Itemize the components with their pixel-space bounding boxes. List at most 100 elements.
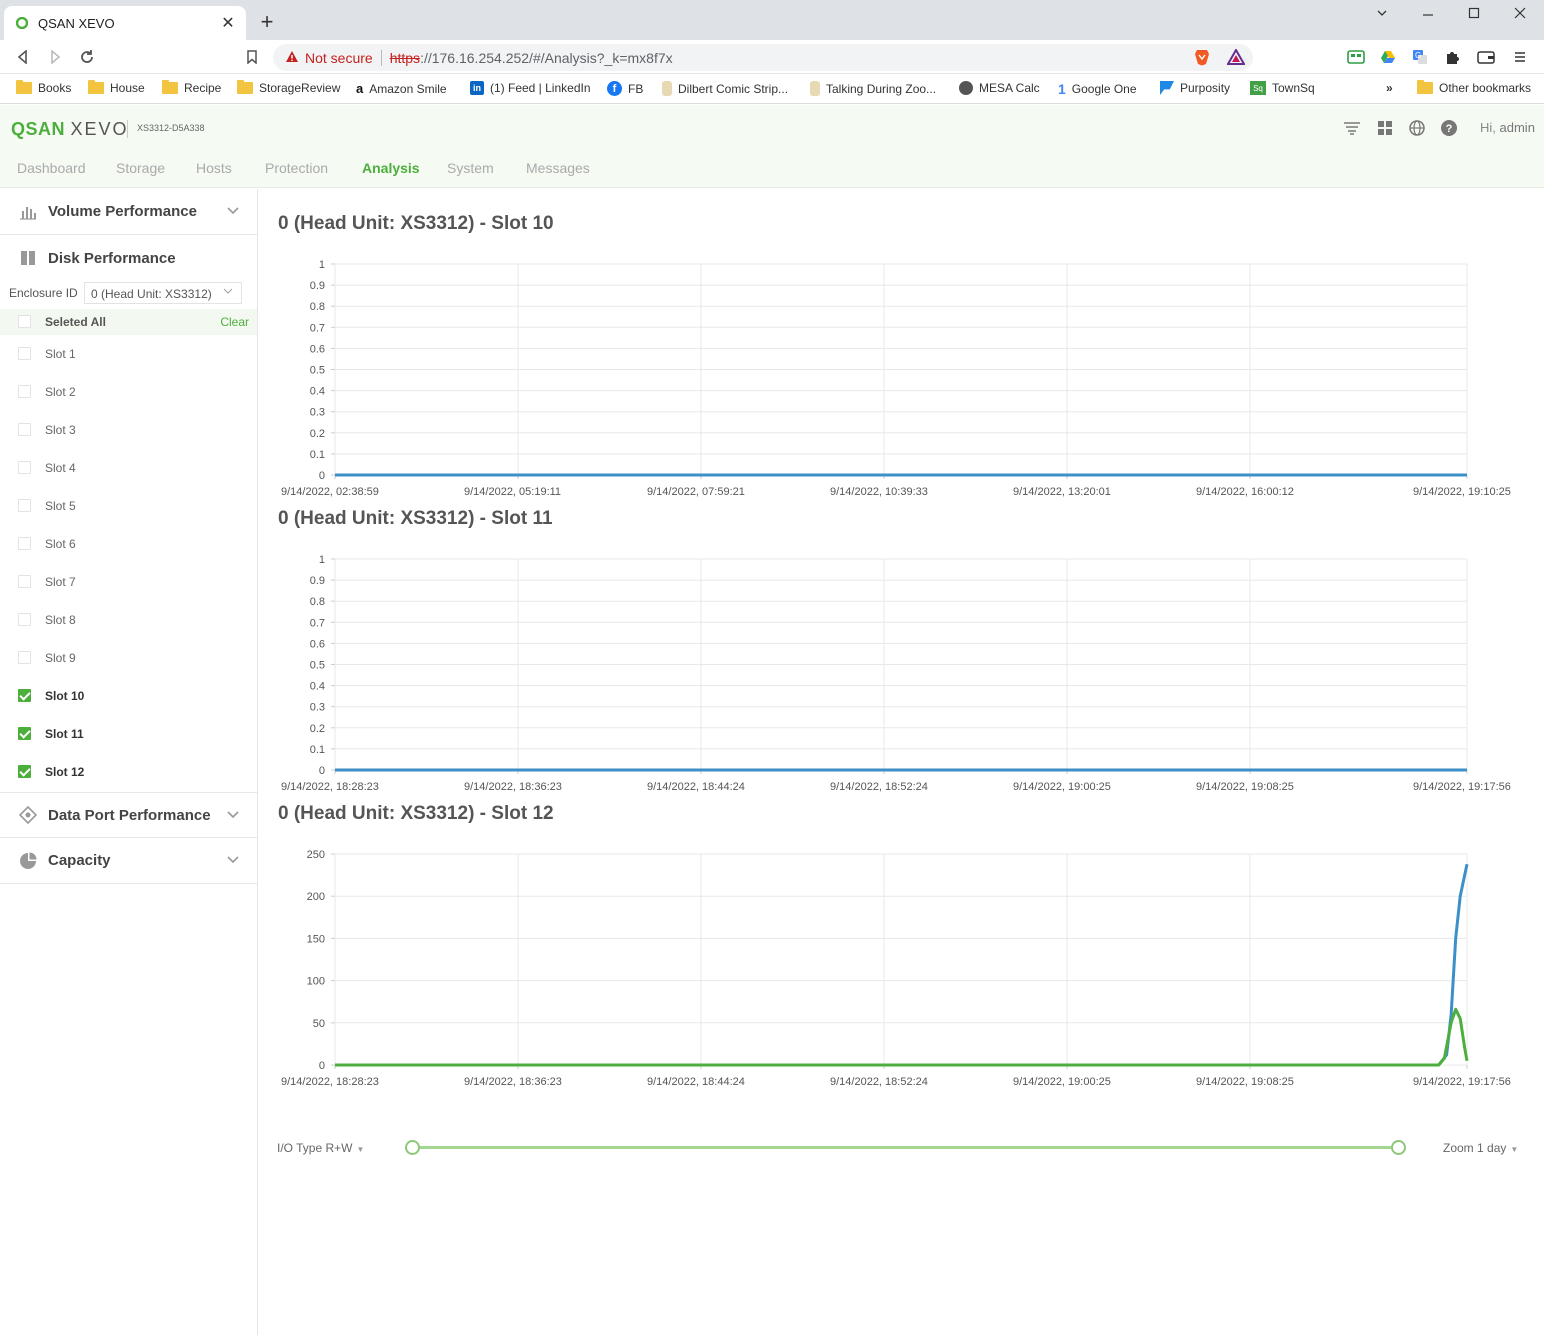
slot-item[interactable]: Slot 7 [0,563,257,601]
user-greeting[interactable]: Hi, admin [1480,120,1535,135]
range-end-handle[interactable] [1391,1140,1406,1155]
volume-performance-section[interactable]: Volume Performance [0,189,257,235]
disk-performance-section[interactable]: Disk Performance [0,235,257,281]
select-all-checkbox[interactable] [18,315,31,328]
slot-checkbox[interactable] [18,537,31,550]
slot-item[interactable]: Slot 2 [0,373,257,411]
slot-checkbox[interactable] [18,499,31,512]
slot-checkbox[interactable] [18,689,31,702]
nav-hosts[interactable]: Hosts [196,160,232,176]
reload-icon[interactable] [76,46,98,68]
enclosure-label: Enclosure ID [9,286,78,300]
close-window-icon[interactable] [1506,6,1534,24]
y-tick-label: 0.9 [310,280,325,292]
browser-tab[interactable]: QSAN XEVO ✕ [4,6,246,40]
capacity-section[interactable]: Capacity [0,838,257,884]
slot-item[interactable]: Slot 3 [0,411,257,449]
forward-icon[interactable] [44,46,66,68]
bookmark-dilbert[interactable]: Dilbert Comic Strip... [662,81,788,96]
more-bookmarks-chevron-icon[interactable]: » [1386,81,1393,95]
back-icon[interactable] [12,46,34,68]
slot-checkbox[interactable] [18,575,31,588]
nav-system[interactable]: System [447,160,494,176]
bookmark-house[interactable]: House [88,80,145,95]
tab-search-icon[interactable] [1368,6,1396,24]
slot-checkbox[interactable] [18,423,31,436]
address-bar[interactable]: Not secure https ://176.16.254.252/#/Ana… [273,44,1253,71]
slot-checkbox[interactable] [18,461,31,474]
tab-close-icon[interactable]: ✕ [220,13,236,33]
extensions-puzzle-icon[interactable] [1442,47,1462,67]
time-range-slider[interactable] [412,1146,1398,1149]
slot-item[interactable]: Slot 8 [0,601,257,639]
y-tick-label: 0 [319,470,325,482]
slot-item[interactable]: Slot 12 [0,753,257,791]
filter-icon[interactable] [1343,119,1361,137]
bookmark-talking-during-zoom[interactable]: Talking During Zoo... [810,81,936,96]
slot-checkbox[interactable] [18,613,31,626]
qsan-xevo-logo[interactable]: QSAN XEVO [11,119,129,140]
bookmark-amazon-smile[interactable]: a Amazon Smile [356,81,447,96]
nav-dashboard[interactable]: Dashboard [17,160,86,176]
nav-messages[interactable]: Messages [526,160,590,176]
slot-label: Slot 4 [45,461,76,475]
bookmark-townsq[interactable]: Sq TownSq [1250,81,1315,95]
slot-checkbox[interactable] [18,727,31,740]
google-translate-icon[interactable]: G [1410,47,1430,67]
slot-item[interactable]: Slot 6 [0,525,257,563]
device-id: XS3312-D5A338 [137,123,205,133]
bookmark-linkedin[interactable]: in (1) Feed | LinkedIn [470,81,591,95]
brave-shield-icon[interactable] [1192,47,1212,67]
brave-rewards-icon[interactable] [1226,47,1246,67]
bookmark-purposity[interactable]: Purposity [1160,81,1230,95]
y-tick-label: 0.6 [310,638,325,650]
help-icon[interactable]: ? [1440,119,1458,137]
google-drive-icon[interactable] [1378,47,1398,67]
disk-performance-chart: 0 0.1 0.2 0.3 0.4 0.5 0.6 0.7 0.8 0.9 1 9/14/2022, … [281,259,1511,498]
y-tick-label: 0.3 [310,702,325,714]
slot-checkbox[interactable] [18,765,31,778]
bookmark-other[interactable]: Other bookmarks [1417,80,1531,95]
range-start-handle[interactable] [405,1140,420,1155]
nav-protection[interactable]: Protection [265,160,328,176]
slot-checkbox[interactable] [18,385,31,398]
browser-menu-icon[interactable] [1510,47,1530,67]
bookmark-books[interactable]: Books [16,80,71,95]
slot-checkbox[interactable] [18,651,31,664]
bookmark-mesa-calc[interactable]: MESA Calc [959,81,1040,95]
nav-analysis[interactable]: Analysis [362,160,420,176]
clear-button[interactable]: Clear [220,315,249,329]
slot-item[interactable]: Slot 1 [0,335,257,373]
io-type-label: I/O Type R+W [277,1141,353,1155]
wallet-icon[interactable] [1476,47,1496,67]
bookmark-recipe[interactable]: Recipe [162,80,221,95]
nav-storage[interactable]: Storage [116,160,165,176]
minimize-icon[interactable] [1414,6,1442,24]
zoom-dropdown[interactable]: Zoom 1 day ▼ [1443,1141,1518,1155]
grid-icon[interactable] [1376,119,1394,137]
security-label[interactable]: Not secure [305,50,373,66]
chart-title: 0 (Head Unit: XS3312) - Slot 12 [278,803,554,824]
slot-item[interactable]: Slot 11 [0,715,257,753]
x-tick-label: 9/14/2022, 10:39:33 [830,486,928,498]
warning-triangle-icon [285,50,299,66]
slot-checkbox[interactable] [18,347,31,360]
bookmark-google-one[interactable]: 1 Google One [1058,81,1137,97]
globe-icon[interactable] [1408,119,1426,137]
qsan-favicon-icon [14,15,30,31]
enclosure-dropdown[interactable]: 0 (Head Unit: XS3312) [84,282,242,304]
slot-item[interactable]: Slot 9 [0,639,257,677]
bookmark-storagereview[interactable]: StorageReview [237,80,340,95]
maximize-icon[interactable] [1460,6,1488,24]
x-tick-label: 9/14/2022, 18:36:23 [464,781,562,793]
bookmarks-bar: Books House Recipe StorageReview a Amazon… [0,74,1544,104]
slot-item[interactable]: Slot 10 [0,677,257,715]
bookmark-fb[interactable]: f FB [607,81,643,96]
ext-green-icon[interactable] [1346,47,1366,67]
bookmark-icon[interactable] [241,46,263,68]
slot-item[interactable]: Slot 5 [0,487,257,525]
slot-item[interactable]: Slot 4 [0,449,257,487]
data-port-performance-section[interactable]: Data Port Performance [0,792,257,838]
new-tab-button[interactable]: + [256,9,278,35]
io-type-dropdown[interactable]: I/O Type R+W ▼ [277,1141,364,1155]
